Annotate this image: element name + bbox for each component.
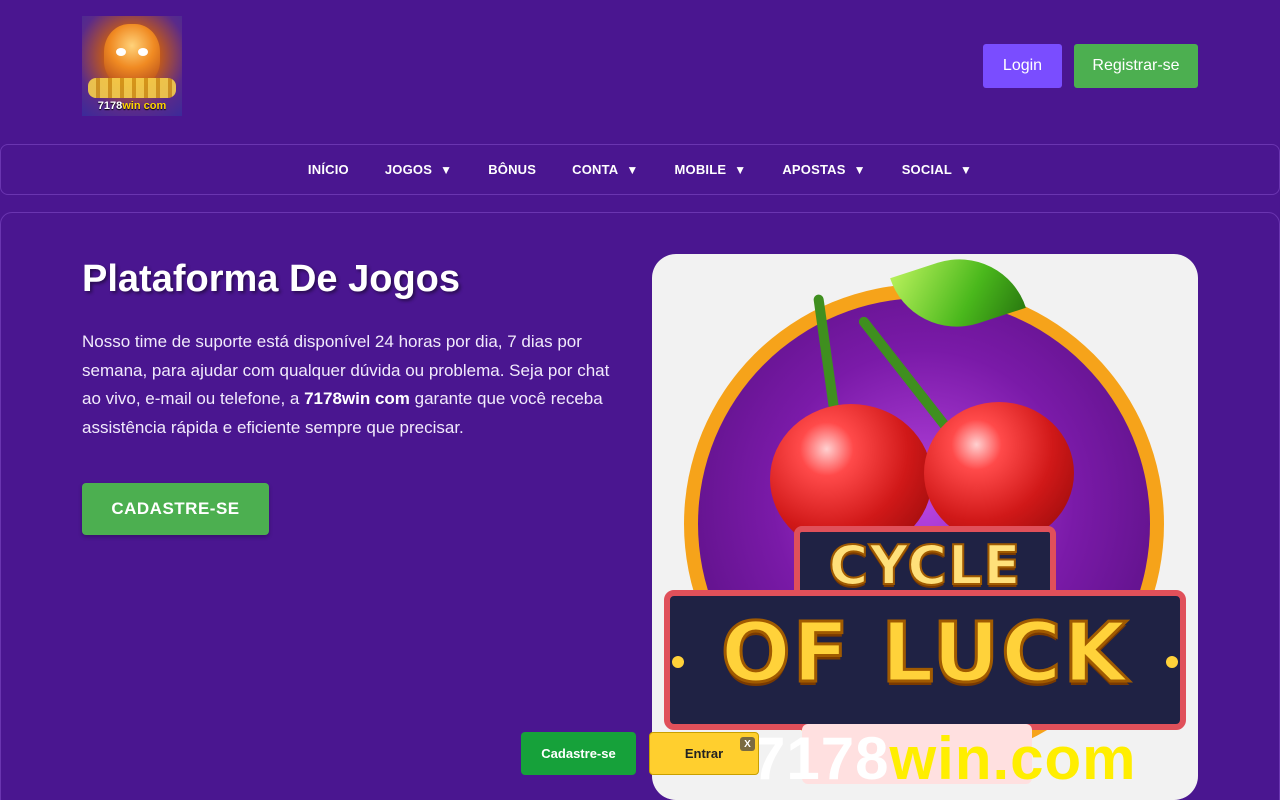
mascot-eye-left [116,48,126,56]
caret-down-icon: ▼ [853,162,866,177]
site-header: 7178win com Login Registrar-se [0,0,1280,140]
nav-item-mobile[interactable]: MOBILE ▼ [656,162,764,177]
coins-decoration [88,78,176,98]
caret-down-icon: ▼ [440,162,453,177]
floating-signup-button[interactable]: Cadastre-se [521,732,636,775]
nav-item-social[interactable]: SOCIAL ▼ [884,162,990,177]
mascot-eye-right [138,48,148,56]
game-title-line2: OF LUCK [720,605,1129,703]
register-button[interactable]: Registrar-se [1074,44,1198,88]
caret-down-icon: ▼ [960,162,973,177]
close-icon[interactable]: X [740,737,755,751]
nav-item-inicio[interactable]: INÍCIO [290,162,367,177]
hero-description: Nosso time de suporte está disponível 24… [82,332,610,437]
caret-down-icon: ▼ [626,162,639,177]
nav-item-conta[interactable]: CONTA ▼ [554,162,656,177]
main-nav: INÍCIO JOGOS ▼ BÔNUS CONTA ▼ MOBILE ▼ APOST… [0,144,1280,195]
login-button[interactable]: Login [983,44,1062,88]
game-title-line1: CYCLE [828,533,1022,598]
caret-down-icon: ▼ [734,162,747,177]
site-logo[interactable]: 7178win com [82,16,182,116]
tiger-mascot-icon [104,24,160,86]
nav-item-bonus[interactable]: BÔNUS [470,162,554,177]
brand-name: 7178win com [304,389,410,408]
game-banner-image[interactable]: CYCLE OF LUCK [652,254,1198,800]
logo-text: 7178win com [97,100,167,112]
brand-watermark: 7178win.com [752,725,1137,792]
signup-cta-button[interactable]: CADASTRE-SE [82,483,269,535]
nav-item-jogos[interactable]: JOGOS ▼ [367,162,470,177]
cherry-icon [924,402,1074,544]
page-title: Plataforma De Jogos [82,258,460,300]
nav-item-apostas[interactable]: APOSTAS ▼ [764,162,883,177]
